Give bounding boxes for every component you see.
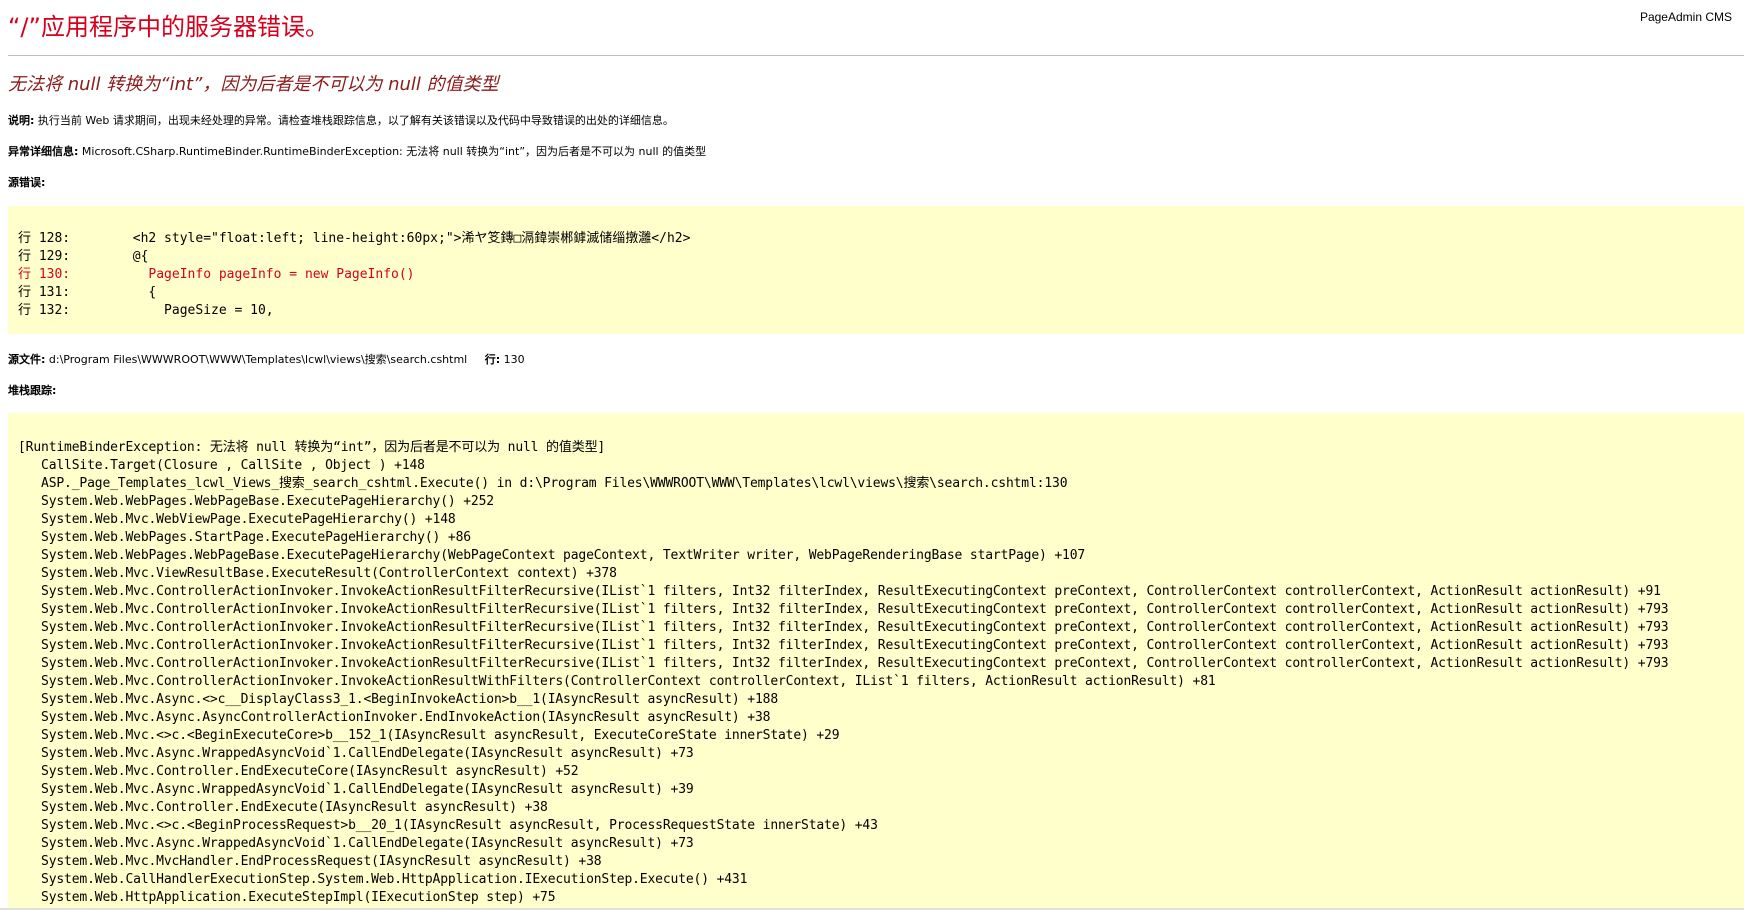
stack-trace-line: System.Web.HttpApplication.ExecuteStepIm… (18, 890, 556, 905)
stack-trace-text: [RuntimeBinderException: 无法将 null 转换为“in… (18, 439, 1734, 907)
stack-trace-line: System.Web.Mvc.Controller.EndExecuteCore… (18, 764, 579, 779)
stack-trace-line: System.Web.Mvc.Controller.EndExecute(IAs… (18, 800, 548, 815)
stack-trace-block[interactable]: [RuntimeBinderException: 无法将 null 转换为“in… (8, 413, 1744, 910)
error-page: PageAdmin CMS “/”应用程序中的服务器错误。 无法将 null 转… (0, 0, 1744, 910)
exception-label: 异常详细信息: (8, 145, 79, 158)
source-line-label: 行: (484, 353, 501, 366)
stack-trace-line: System.Web.Mvc.Async.WrappedAsyncVoid`1.… (18, 746, 694, 761)
source-line-number: 130 (503, 353, 525, 366)
source-code-block[interactable]: 行 128: <h2 style="float:left; line-heigh… (8, 206, 1744, 334)
stack-trace-line: System.Web.Mvc.<>c.<BeginExecuteCore>b__… (18, 728, 840, 743)
source-line: 行 128: <h2 style="float:left; line-heigh… (18, 231, 691, 246)
source-error-heading: 源错误: (8, 175, 45, 191)
stack-trace-line: System.Web.Mvc.ControllerActionInvoker.I… (18, 656, 1669, 671)
stack-trace-line: System.Web.Mvc.ViewResultBase.ExecuteRes… (18, 566, 617, 581)
stack-trace-label: 堆栈跟踪: (8, 384, 57, 397)
stack-trace-line: System.Web.WebPages.WebPageBase.ExecuteP… (18, 494, 494, 509)
title-divider (8, 55, 1744, 56)
stack-trace-line: System.Web.Mvc.MvcHandler.EndProcessRequ… (18, 854, 602, 869)
stack-trace-line: System.Web.Mvc.WebViewPage.ExecutePageHi… (18, 512, 456, 527)
stack-trace-line: System.Web.CallHandlerExecutionStep.Syst… (18, 872, 748, 887)
stack-trace-line: System.Web.WebPages.StartPage.ExecutePag… (18, 530, 471, 545)
error-message: 无法将 null 转换为“int”，因为后者是不可以为 null 的值类型 (8, 74, 499, 95)
description-text: 执行当前 Web 请求期间，出现未经处理的异常。请检查堆栈跟踪信息，以了解有关该… (37, 114, 674, 127)
stack-trace-line: System.Web.Mvc.Async.WrappedAsyncVoid`1.… (18, 782, 694, 797)
description-label: 说明: (8, 114, 35, 127)
source-file-line: 源文件: d:\Program Files\WWWROOT\WWW\Templa… (8, 352, 525, 368)
source-file-path: d:\Program Files\WWWROOT\WWW\Templates\l… (48, 353, 468, 366)
stack-trace-line: System.Web.Mvc.ControllerActionInvoker.I… (18, 638, 1669, 653)
page-title: “/”应用程序中的服务器错误。 (8, 13, 329, 41)
exception-line: 异常详细信息: Microsoft.CSharp.RuntimeBinder.R… (8, 144, 706, 160)
source-code: 行 128: <h2 style="float:left; line-heigh… (18, 230, 1734, 320)
source-error-label: 源错误: (8, 176, 46, 189)
stack-trace-line: CallSite.Target(Closure , CallSite , Obj… (18, 458, 425, 473)
stack-trace-line: System.Web.Mvc.ControllerActionInvoker.I… (18, 674, 1216, 689)
stack-trace-line: System.Web.Mvc.ControllerActionInvoker.I… (18, 620, 1669, 635)
source-line-highlighted: 行 130: PageInfo pageInfo = new PageInfo(… (18, 267, 415, 282)
stack-trace-line: System.Web.Mvc.Async.<>c__DisplayClass3_… (18, 692, 778, 707)
source-line: 行 132: PageSize = 10, (18, 303, 274, 318)
stack-trace-line: System.Web.WebPages.WebPageBase.ExecuteP… (18, 548, 1086, 563)
source-line: 行 131: { (18, 285, 157, 300)
stack-trace-line: System.Web.Mvc.Async.AsyncControllerActi… (18, 710, 771, 725)
description-line: 说明: 执行当前 Web 请求期间，出现未经处理的异常。请检查堆栈跟踪信息，以了… (8, 113, 674, 129)
stack-trace-line: System.Web.Mvc.Async.WrappedAsyncVoid`1.… (18, 836, 694, 851)
stack-trace-line: [RuntimeBinderException: 无法将 null 转换为“in… (18, 440, 606, 455)
stack-trace-line: System.Web.Mvc.ControllerActionInvoker.I… (18, 602, 1669, 617)
brand-label: PageAdmin CMS (1639, 10, 1732, 24)
source-line: 行 129: @{ (18, 249, 149, 264)
stack-trace-line: System.Web.Mvc.ControllerActionInvoker.I… (18, 584, 1661, 599)
stack-trace-line: System.Web.Mvc.<>c.<BeginProcessRequest>… (18, 818, 878, 833)
source-file-label: 源文件: (8, 353, 46, 366)
stack-trace-heading: 堆栈跟踪: (8, 383, 56, 399)
exception-text: Microsoft.CSharp.RuntimeBinder.RuntimeBi… (81, 145, 707, 158)
stack-trace-line: ASP._Page_Templates_lcwl_Views_搜索_search… (18, 476, 1068, 491)
